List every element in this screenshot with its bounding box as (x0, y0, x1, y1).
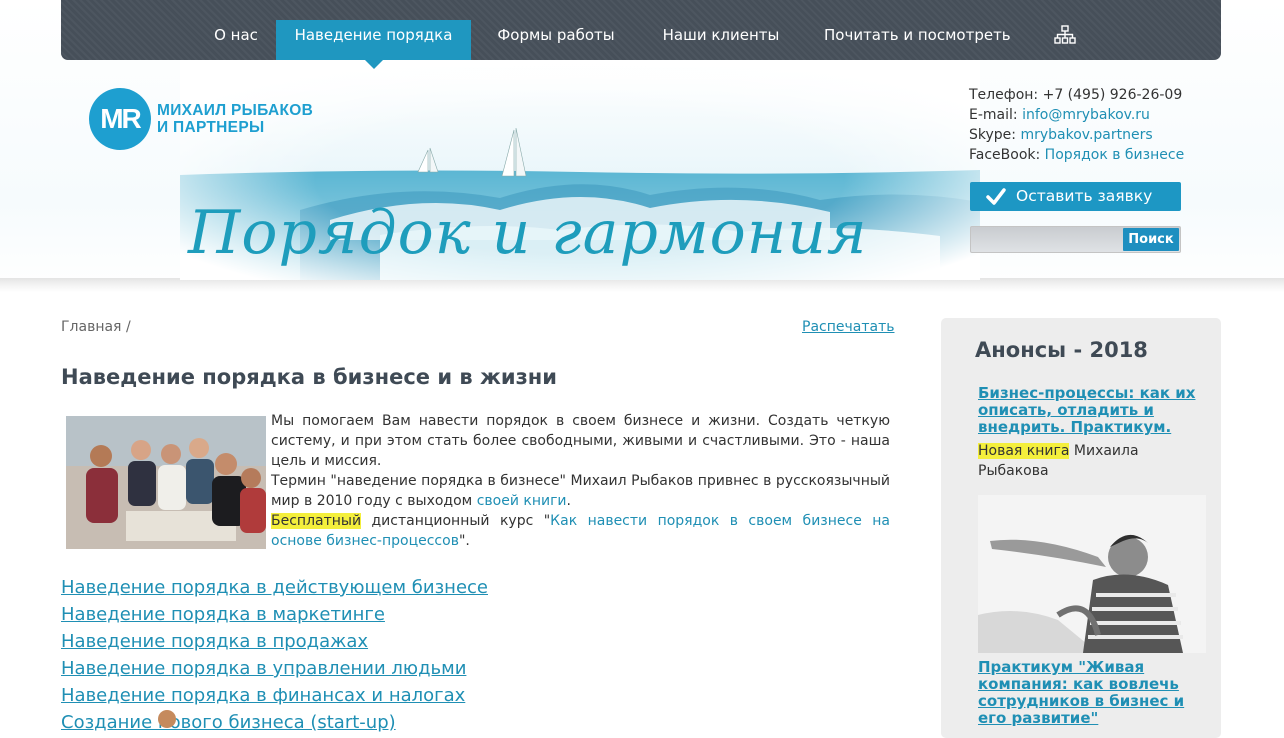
topic-link-marketing[interactable]: Наведение порядка в маркетинге (61, 604, 385, 625)
intro-p2-end: . (566, 493, 571, 509)
floating-avatar[interactable] (158, 710, 176, 728)
facebook-row: FaceBook: Порядок в бизнесе (969, 145, 1209, 165)
nav-item-clients[interactable]: Наши клиенты (656, 0, 786, 60)
new-book-highlight: Новая книга (978, 443, 1070, 459)
list-item: Создание нового бизнеса (start-up) (61, 711, 661, 738)
topic-link-finance[interactable]: Наведение порядка в финансах и налогах (61, 685, 465, 706)
email-label: E-mail: (969, 107, 1018, 123)
skype-row: Skype: mrybakov.partners (969, 125, 1209, 145)
breadcrumb: Главная / (61, 319, 131, 335)
nav-item-work-forms[interactable]: Формы работы (491, 0, 621, 60)
search-button[interactable]: Поиск (1123, 228, 1179, 251)
header-divider (0, 278, 1284, 292)
intro-text: Мы помогаем Вам навести порядок в своем … (271, 411, 890, 551)
facebook-label: FaceBook: (969, 147, 1041, 163)
phone-row: Телефон: +7 (495) 926-26-09 (969, 85, 1209, 105)
topic-list: Наведение порядка в действующем бизнесе … (61, 576, 661, 738)
print-link[interactable]: Распечатать (802, 319, 894, 335)
leave-request-button[interactable]: Оставить заявку (970, 182, 1181, 211)
search-input[interactable] (971, 227, 1122, 252)
list-item: Наведение порядка в маркетинге (61, 603, 661, 630)
team-meeting-photo (66, 416, 266, 549)
facebook-link[interactable]: Порядок в бизнесе (1045, 147, 1185, 163)
nav-item-order[interactable]: Наведение порядка (276, 20, 471, 69)
announcement-link-workshop[interactable]: Практикум "Живая компания: как вовлечь с… (978, 659, 1210, 727)
breadcrumb-separator: / (125, 319, 131, 335)
intro-paragraph-3: Бесплатный дистанционный курс "Как навес… (271, 511, 890, 551)
logo-mark[interactable]: MR (89, 88, 151, 150)
nav-item-read-watch[interactable]: Почитать и посмотреть (824, 0, 1011, 60)
main-navigation: О нас Наведение порядка Формы работы Наш… (61, 0, 1221, 69)
intro-paragraph-1: Мы помогаем Вам навести порядок в своем … (271, 413, 890, 469)
announcement-link-book[interactable]: Бизнес-процессы: как их описать, отладит… (978, 385, 1210, 436)
page-title: Наведение порядка в бизнесе и в жизни (61, 365, 558, 389)
list-item: Наведение порядка в действующем бизнесе (61, 576, 661, 603)
intro-paragraph-2: Термин "наведение порядка в бизнесе" Мих… (271, 471, 890, 511)
breadcrumb-home[interactable]: Главная (61, 319, 121, 335)
list-item: Наведение порядка в продажах (61, 630, 661, 657)
logo-line-2: И ПАРТНЕРЫ (157, 119, 265, 136)
intro-p3-end: ". (458, 533, 470, 549)
nav-item-about[interactable]: О нас (201, 0, 271, 60)
list-item: Наведение порядка в управлении людьми (61, 657, 661, 684)
own-book-link[interactable]: своей книги (477, 493, 567, 509)
phone-number: +7 (495) 926-26-09 (1042, 87, 1183, 103)
email-row: E-mail: info@mrybakov.ru (969, 105, 1209, 125)
topic-link-existing-business[interactable]: Наведение порядка в действующем бизнесе (61, 577, 488, 598)
hero-slogan: Порядок и гармония (188, 198, 868, 268)
search-box: Поиск (970, 226, 1181, 253)
list-item: Наведение порядка в финансах и налогах (61, 684, 661, 711)
speaker-photo[interactable] (978, 495, 1206, 653)
free-highlight: Бесплатный (271, 513, 362, 529)
skype-label: Skype: (969, 127, 1016, 143)
email-link[interactable]: info@mrybakov.ru (1022, 107, 1150, 123)
checkmark-icon (986, 188, 1006, 205)
phone-label: Телефон: (969, 87, 1039, 103)
logo-line-1: МИХАИЛ РЫБАКОВ (157, 102, 314, 119)
contacts-block: Телефон: +7 (495) 926-26-09 E-mail: info… (969, 85, 1209, 165)
announcements-title: Анонсы - 2018 (975, 338, 1148, 362)
announcement-text: Новая книга Михаила Рыбакова (978, 441, 1208, 481)
intro-p3-text: дистанционный курс " (361, 513, 551, 529)
topic-link-sales[interactable]: Наведение порядка в продажах (61, 631, 368, 652)
sitemap-icon[interactable] (1054, 25, 1076, 45)
leave-request-label: Оставить заявку (1016, 187, 1153, 205)
logo-text[interactable]: МИХАИЛ РЫБАКОВ И ПАРТНЕРЫ (157, 102, 347, 136)
topic-link-people[interactable]: Наведение порядка в управлении людьми (61, 658, 466, 679)
skype-link[interactable]: mrybakov.partners (1020, 127, 1152, 143)
intro-p2-text: Термин "наведение порядка в бизнесе" Мих… (271, 473, 890, 509)
topic-link-startup[interactable]: Создание нового бизнеса (start-up) (61, 712, 396, 733)
